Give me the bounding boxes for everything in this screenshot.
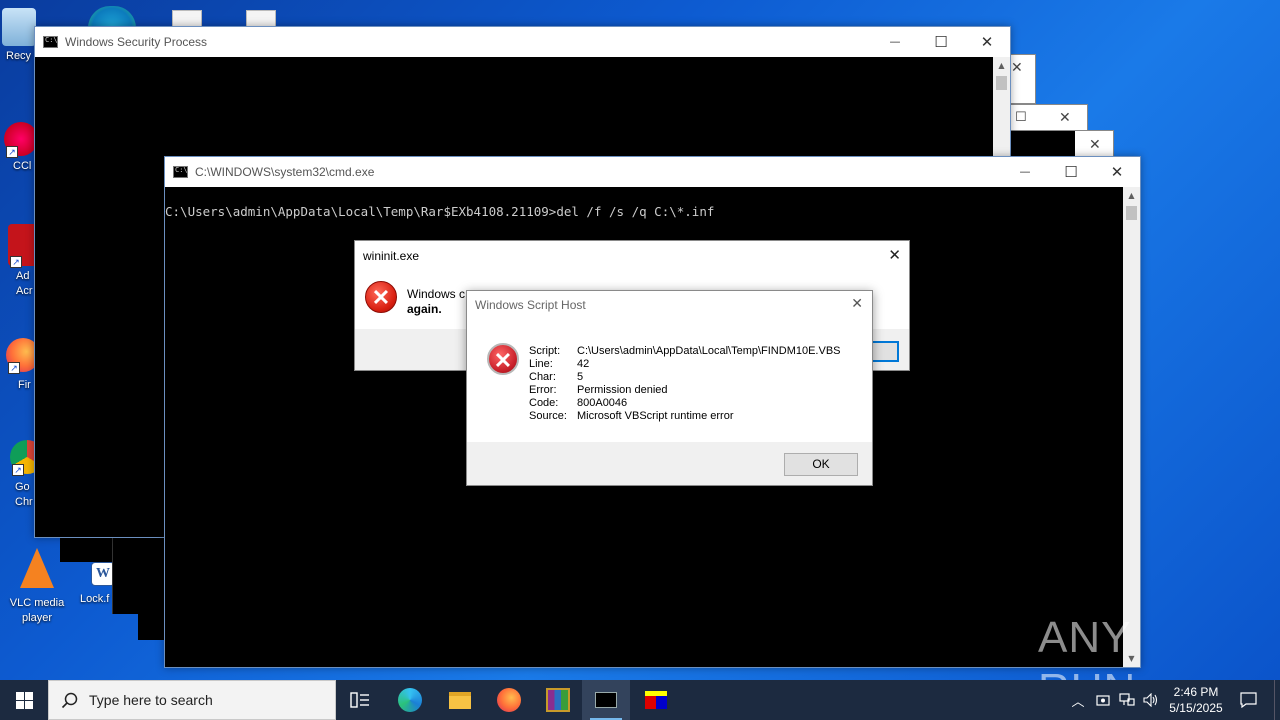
winrar-icon [546,688,570,712]
scrollbar-thumb[interactable] [1126,206,1137,220]
background-window-frame: ☐ ✕ [1010,104,1088,132]
line-label: Line: [529,358,553,370]
clock-date: 5/15/2025 [1169,701,1223,715]
code-label: Code: [529,397,559,409]
desktop-icon-label: Recy [6,50,32,62]
action-center-button[interactable] [1234,680,1262,720]
line-value: 42 [577,358,590,370]
desktop-icon-label: Ad Acr [16,270,33,297]
task-view-button[interactable] [336,680,384,720]
close-button[interactable]: ✕ [964,27,1010,57]
close-button[interactable]: ✕ [888,246,901,264]
desktop-icon-label: Fir [18,379,31,391]
scroll-up-arrow-icon[interactable]: ▲ [1123,187,1140,204]
folder-icon [449,691,471,709]
background-console-fragment [138,614,164,640]
script-label: Script: [529,345,561,357]
error-message: again. [407,302,442,316]
taskbar: Type here to search ︿ 2:46 PM 5/15/2025 [0,680,1280,720]
ok-button-partial[interactable] [873,341,899,362]
desktop-icon-label: VLC media player [9,597,65,624]
char-label: Char: [529,371,556,383]
firefox-icon [497,688,521,712]
console-icon [595,692,617,708]
close-icon[interactable]: ✕ [1089,137,1101,153]
clock-time: 2:46 PM [1173,685,1219,699]
script-value: C:\Users\admin\AppData\Local\Temp\FINDM1… [577,345,841,357]
source-label: Source: [529,410,567,422]
scroll-up-arrow-icon[interactable]: ▲ [993,57,1010,74]
taskbar-firefox[interactable] [485,680,533,720]
error-icon: ✕ [365,281,397,313]
edge-desktop-icon-partial[interactable] [88,6,136,28]
desktop-icon-vlc[interactable]: VLC media player [6,548,68,626]
search-icon [61,692,78,709]
title-bar[interactable]: Windows Security Process — ☐ ✕ [35,27,1010,57]
dialog-title: wininit.exe [363,249,420,263]
code-value: 800A0046 [577,397,628,409]
ccleaner-icon: ↗ [4,122,38,158]
taskbar-file-explorer[interactable] [436,680,484,720]
title-bar[interactable]: C:\WINDOWS\system32\cmd.exe — ☐ ✕ [165,157,1140,187]
security-tray-icon [1096,695,1110,706]
background-console-fragment [112,536,164,614]
tray-network-alt-icon[interactable] [1092,680,1114,720]
taskbar-app-colorful[interactable] [632,680,680,720]
console-area [1011,131,1075,159]
anyrun-watermark: ANY RUN [1038,612,1238,714]
task-view-icon [350,692,369,708]
minimize-button[interactable]: — [872,27,918,57]
speaker-icon [1143,693,1158,707]
console-icon [173,166,188,178]
minimize-button[interactable]: — [1002,157,1048,187]
close-icon[interactable]: ✕ [1059,110,1071,126]
taskbar-search-box[interactable]: Type here to search [48,680,336,720]
recycle-bin-icon [2,8,36,46]
ok-button[interactable]: OK [784,453,858,476]
dialog-title: Windows Script Host [475,298,586,312]
show-hidden-icons-button[interactable]: ︿ [1068,680,1088,720]
close-button[interactable]: ✕ [1094,157,1140,187]
vertical-scrollbar[interactable]: ▲ ▼ [1123,187,1140,667]
tray-network-icon[interactable] [1116,680,1138,720]
vlc-cone-icon [20,548,54,588]
maximize-icon[interactable]: ☐ [1015,110,1027,125]
start-button[interactable] [0,680,48,720]
source-value: Microsoft VBScript runtime error [577,410,734,422]
colored-blocks-icon [645,691,667,709]
desktop-icon-label: CCl [13,160,32,172]
console-icon [43,36,58,48]
windows-logo-icon [15,691,33,709]
maximize-button[interactable]: ☐ [918,27,964,57]
error-label: Error: [529,384,557,396]
clock[interactable]: 2:46 PM 5/15/2025 [1164,680,1228,720]
error-icon: ✕ [487,343,519,375]
windows-script-host-dialog[interactable]: Windows Script Host ✕ ✕ Script: Line: Ch… [466,290,873,486]
error-value: Permission denied [577,384,668,396]
edge-icon [398,688,422,712]
console-line: C:\Users\admin\AppData\Local\Temp\Rar$EX… [165,204,715,219]
taskbar-edge[interactable] [386,680,434,720]
char-value: 5 [577,371,584,383]
error-message: Windows c [407,287,466,301]
taskbar-winrar[interactable] [534,680,582,720]
search-placeholder: Type here to search [89,692,213,708]
show-desktop-button[interactable] [1274,680,1280,720]
notification-icon [1239,692,1257,708]
close-icon[interactable]: ✕ [1011,60,1023,76]
scrollbar-thumb[interactable] [996,76,1007,90]
close-button[interactable]: ✕ [851,295,863,312]
network-icon [1119,693,1135,706]
background-window-frame: ✕ [1010,130,1114,159]
desktop-icon-label: Go Chr [15,481,33,508]
window-title: C:\WINDOWS\system32\cmd.exe [195,165,375,179]
maximize-button[interactable]: ☐ [1048,157,1094,187]
taskbar-cmd[interactable] [582,680,630,720]
tray-volume-icon[interactable] [1140,680,1162,720]
window-title: Windows Security Process [65,35,208,49]
